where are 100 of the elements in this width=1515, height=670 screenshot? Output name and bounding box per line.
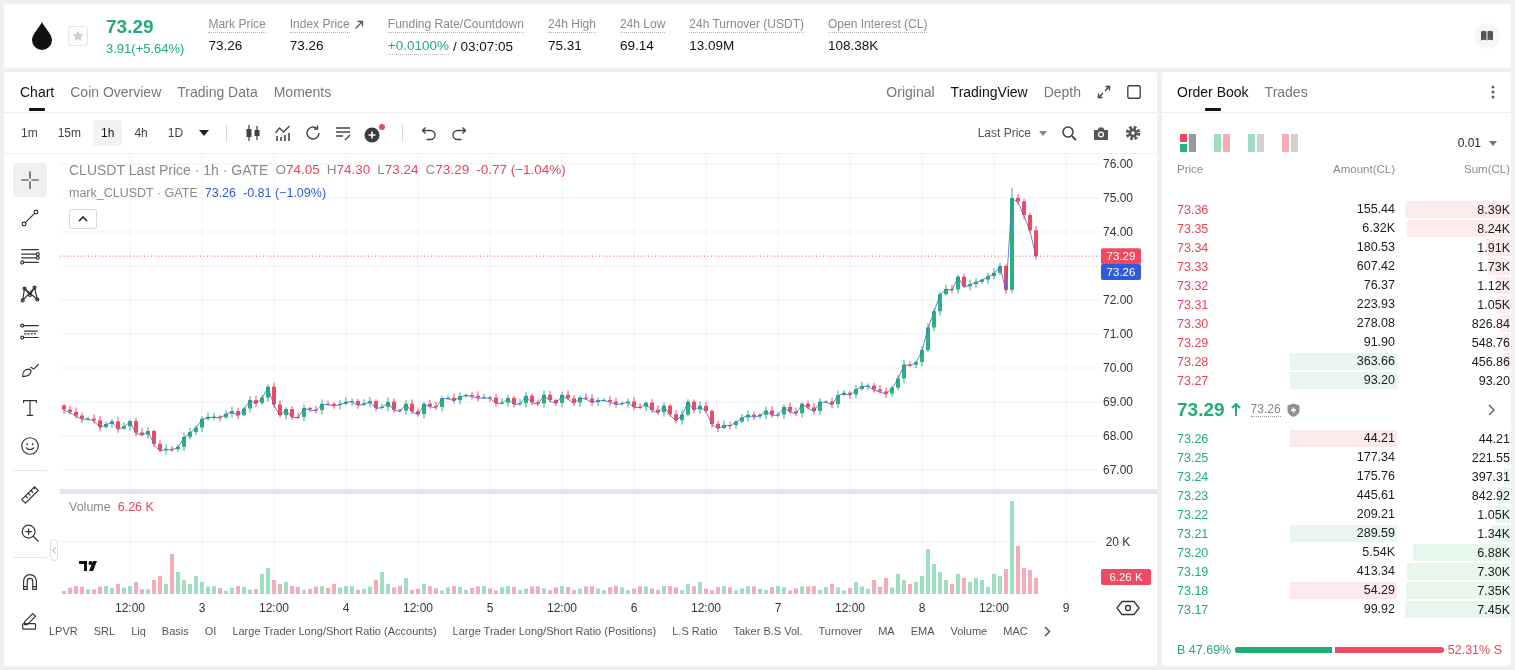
search-icon[interactable] — [1061, 125, 1077, 141]
precision-dropdown[interactable]: 0.01 — [1457, 136, 1481, 150]
price-axis-label: 75.00 — [1103, 191, 1133, 205]
order-book-tab[interactable]: Order Book — [1177, 72, 1249, 112]
amount-cell-text: 99.92 — [1362, 601, 1396, 618]
indicator-link[interactable]: L.S Ratio — [672, 625, 718, 637]
chart-tab[interactable]: Moments — [273, 72, 332, 112]
mark-price-value: 73.26 — [204, 185, 236, 201]
ask-price: 73.34 — [1177, 240, 1209, 255]
sum-value: 7.35K — [1477, 583, 1510, 598]
bid-price: 73.26 — [1177, 431, 1209, 446]
amount-cell: 54.29 — [1290, 582, 1397, 599]
chart-tab[interactable]: Chart — [20, 72, 55, 112]
replay-icon[interactable] — [304, 124, 323, 142]
price-change: 3.91(+5.64%) — [106, 40, 185, 57]
more-options-icon[interactable] — [1491, 85, 1495, 99]
stat-value: 73.26 — [289, 37, 324, 54]
chevron-up-icon — [78, 216, 88, 222]
time-axis-label: 4 — [342, 601, 350, 615]
amount-cell-text: 177.34 — [1355, 449, 1396, 466]
interval-tab[interactable]: 4h — [126, 120, 156, 146]
indicator-link[interactable]: LPVR — [49, 625, 78, 637]
sum-value: 826.84 — [1471, 316, 1510, 331]
price-axis-label: 69.00 — [1103, 395, 1133, 409]
sum-value: 1.05K — [1477, 297, 1510, 312]
indicator-link[interactable]: MAC — [1003, 625, 1028, 637]
indicator-link[interactable]: Turnover — [818, 625, 863, 637]
chart-tab[interactable]: Trading Data — [177, 72, 258, 112]
indicator-link[interactable]: Liq — [131, 625, 146, 637]
indicator-link[interactable]: OI — [204, 625, 217, 637]
settings-icon[interactable] — [1125, 125, 1141, 141]
settings-icon[interactable] — [1116, 600, 1140, 616]
candles-icon[interactable] — [244, 124, 263, 142]
square-icon[interactable] — [1127, 85, 1141, 99]
order-book-tab[interactable]: Trades — [1264, 72, 1308, 112]
caret-down-icon[interactable] — [199, 130, 210, 136]
indicator-link[interactable]: MA — [878, 625, 895, 637]
price-source-dropdown[interactable]: Last Price — [977, 126, 1031, 140]
indicator-link[interactable]: Large Trader Long/Short Ratio (Positions) — [452, 625, 657, 637]
buy-ratio-label: B 47.69% — [1177, 643, 1232, 657]
interval-tab[interactable]: 15m — [49, 120, 89, 146]
ask-price: 73.29 — [1177, 335, 1209, 350]
template-icon[interactable] — [334, 124, 353, 142]
indicator-link[interactable]: SRL — [93, 625, 116, 637]
chevron-right-icon[interactable] — [1043, 625, 1051, 637]
bid-price: 73.25 — [1177, 450, 1209, 465]
time-axis-label: 6 — [630, 601, 638, 615]
undo-icon[interactable] — [420, 124, 439, 142]
external-link-icon[interactable] — [353, 20, 364, 30]
indicator-link[interactable]: Taker B.S Vol. — [733, 625, 803, 637]
amount-cell-text: 6.32K — [1361, 220, 1396, 237]
time-axis-label: 7 — [774, 601, 782, 615]
stat-value: 108.38K — [828, 37, 879, 54]
chart-tab[interactable]: Coin Overview — [70, 72, 162, 112]
interval-tab[interactable]: 1D — [159, 120, 192, 146]
sum-value: 1.12K — [1477, 278, 1510, 293]
book-layout-icon[interactable] — [1180, 134, 1196, 152]
indicator-chart-icon[interactable] — [274, 124, 293, 142]
last-volume-label: 6.26 K — [1101, 569, 1151, 585]
amount-cell: 363.66 — [1290, 353, 1397, 370]
ohlc-value: H74.30 — [326, 161, 371, 179]
camera-icon[interactable] — [1093, 125, 1109, 141]
price-axis-label: 67.00 — [1103, 463, 1133, 477]
book-icon[interactable] — [1474, 23, 1500, 49]
price-axis-label: 76.00 — [1103, 157, 1133, 171]
sum-value: 842.92 — [1471, 488, 1510, 503]
stat-value: 13.09M — [689, 37, 735, 54]
fibonacci-lines-icon — [19, 321, 41, 343]
indicator-link[interactable]: Basis — [161, 625, 189, 637]
amount-cell-text: 607.42 — [1355, 258, 1396, 275]
indicator-link[interactable]: Large Trader Long/Short Ratio (Accounts) — [232, 625, 437, 637]
last-price-label: 73.29 — [1101, 248, 1141, 265]
interval-tab[interactable]: 1h — [93, 120, 123, 146]
price-axis-label: 68.00 — [1103, 429, 1133, 443]
ask-price: 73.31 — [1177, 297, 1209, 312]
indicator-link[interactable]: EMA — [910, 625, 935, 637]
chart-view-tab[interactable]: Original — [886, 84, 935, 100]
chart-view-tab[interactable]: Depth — [1043, 84, 1081, 100]
price-axis-label: 72.00 — [1103, 293, 1133, 307]
ask-price: 73.36 — [1177, 202, 1209, 217]
mark-price-change: -0.81 (−1.09%) — [243, 185, 327, 201]
indicator-link[interactable]: Volume — [950, 625, 988, 637]
stat-label: 24h Turnover (USDT) — [689, 17, 804, 33]
sum-value: 7.45K — [1477, 602, 1510, 617]
time-axis-label: 9 — [1062, 601, 1070, 615]
sum-value: 93.20 — [1478, 373, 1510, 388]
ask-price: 73.33 — [1177, 259, 1209, 274]
amount-cell: 44.21 — [1290, 430, 1397, 447]
amount-cell-text: 91.90 — [1362, 334, 1396, 351]
sum-value: 8.24K — [1477, 221, 1510, 236]
shield-plus-icon[interactable] — [1286, 402, 1300, 417]
interval-tab[interactable]: 1m — [13, 120, 46, 146]
collapse-legend-button[interactable] — [69, 209, 97, 229]
chart-view-tab[interactable]: TradingView — [950, 84, 1028, 100]
redo-icon[interactable] — [450, 124, 469, 142]
add-indicator-icon[interactable] — [364, 123, 386, 143]
smiley-icon — [19, 435, 41, 457]
chevron-right-icon[interactable] — [1488, 403, 1495, 416]
expand-icon[interactable] — [1097, 85, 1111, 99]
sum-value: 548.76 — [1471, 335, 1510, 350]
